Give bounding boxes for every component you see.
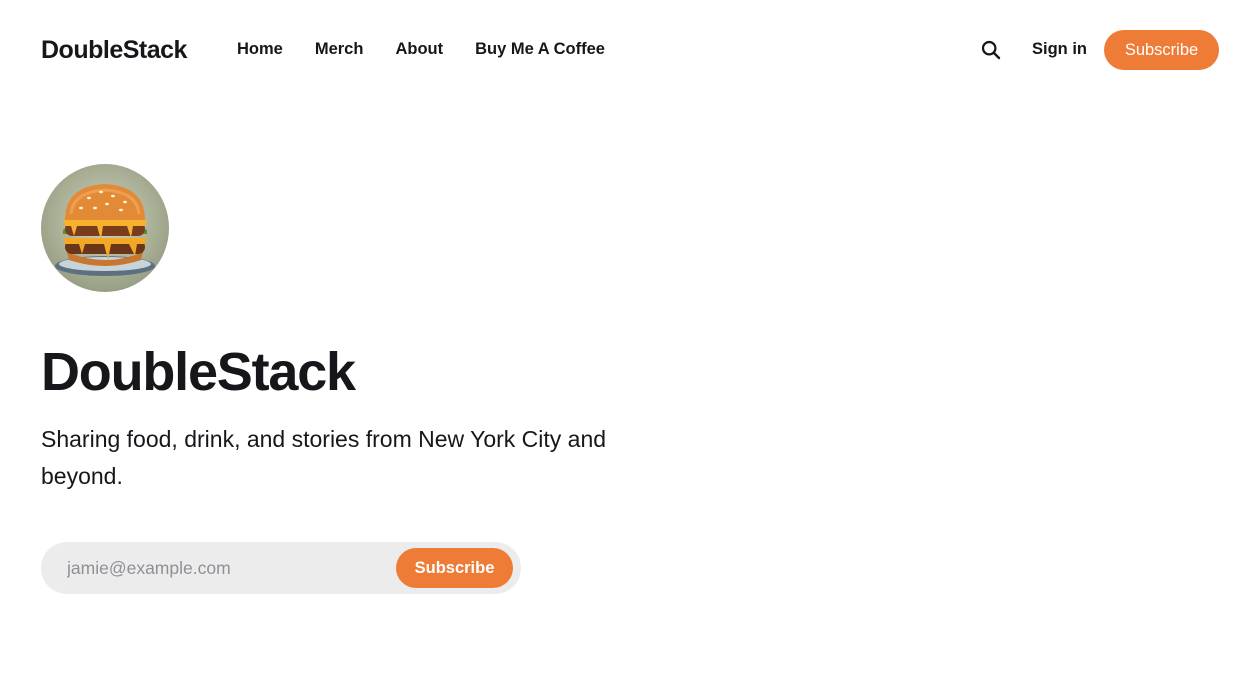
- email-input[interactable]: [65, 554, 385, 582]
- burger-avatar-icon: [55, 184, 155, 276]
- publication-avatar: [41, 164, 169, 292]
- search-button[interactable]: [978, 37, 1004, 63]
- site-description: Sharing food, drink, and stories from Ne…: [41, 426, 607, 489]
- nav-item-home[interactable]: Home: [237, 38, 283, 60]
- header-subscribe-button[interactable]: Subscribe: [1104, 30, 1219, 70]
- sign-in-link[interactable]: Sign in: [1032, 38, 1087, 60]
- site-header: DoubleStack Home Merch About Buy Me A Co…: [0, 0, 1260, 100]
- newsletter-signup-form: Subscribe: [41, 542, 521, 594]
- main-nav: Home Merch About Buy Me A Coffee: [237, 38, 605, 60]
- signup-subscribe-button[interactable]: Subscribe: [396, 548, 513, 588]
- site-logo[interactable]: DoubleStack: [41, 34, 187, 66]
- nav-item-buy-me-a-coffee[interactable]: Buy Me A Coffee: [475, 38, 605, 60]
- site-title: DoubleStack: [41, 342, 356, 402]
- search-icon: [981, 40, 1001, 60]
- nav-item-about[interactable]: About: [395, 38, 443, 60]
- nav-item-merch[interactable]: Merch: [315, 38, 364, 60]
